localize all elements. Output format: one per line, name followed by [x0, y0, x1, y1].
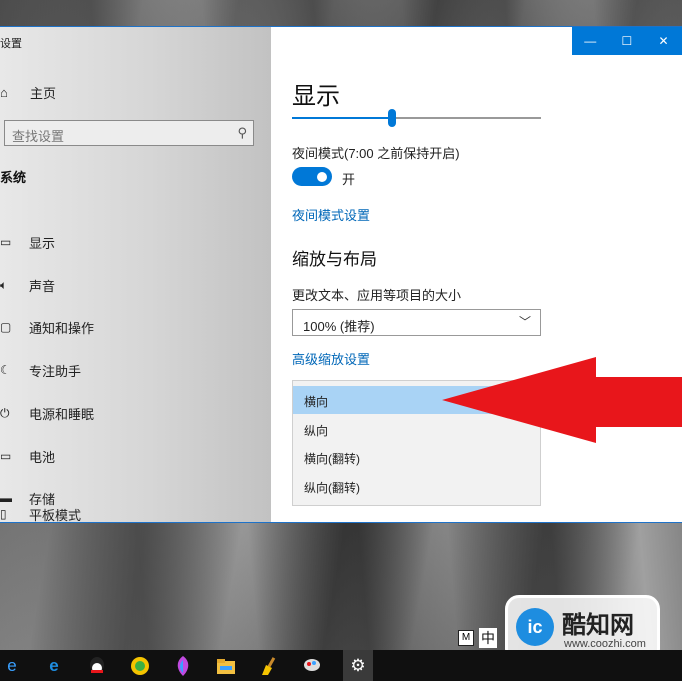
- search-icon: ⚲: [237, 125, 247, 140]
- size-label: 更改文本、应用等项目的大小: [292, 288, 462, 303]
- qq-icon[interactable]: [85, 654, 109, 678]
- battery-icon: ▭: [0, 449, 12, 463]
- advanced-scaling-link[interactable]: 高级缩放设置: [292, 349, 370, 368]
- moon-icon: ☾: [0, 363, 11, 377]
- sidebar-item-home[interactable]: ⌂ 主页: [0, 82, 56, 102]
- brightness-slider[interactable]: [292, 109, 541, 127]
- option-label: 纵向: [304, 424, 329, 438]
- scale-select[interactable]: 100% (推荐) ﹀: [292, 309, 541, 336]
- titlebar: 设置: [0, 27, 271, 55]
- watermark-logo-icon: ic: [516, 608, 554, 646]
- sidebar-item-notifications[interactable]: ▢ 通知和操作: [0, 317, 94, 337]
- home-icon: ⌂: [0, 84, 8, 100]
- sidebar-item-sound[interactable]: 🔈︎ 声音: [0, 275, 55, 295]
- settings-icon[interactable]: ⚙: [343, 650, 373, 681]
- speaker-icon: 🔈︎: [0, 277, 8, 292]
- brush-icon[interactable]: [300, 654, 324, 678]
- night-mode-state: 开: [342, 172, 356, 187]
- chevron-down-icon: ﹀: [518, 315, 531, 329]
- power-icon: ⏻: [0, 405, 10, 420]
- search-placeholder: 查找设置: [12, 129, 65, 144]
- orientation-option-landscape-flipped[interactable]: 横向(翻转): [293, 443, 540, 471]
- page-title: 显示: [292, 83, 340, 110]
- sidebar-item-label: 平板模式: [29, 507, 82, 523]
- storage-icon: ▬: [0, 491, 12, 505]
- search-input[interactable]: 查找设置 ⚲: [4, 120, 254, 146]
- minimize-button[interactable]: —: [572, 27, 609, 55]
- notification-icon: ▢: [0, 320, 12, 334]
- ime-indicator[interactable]: M 中: [458, 628, 497, 648]
- sidebar-item-power[interactable]: ⏻ 电源和睡眠: [0, 403, 94, 423]
- file-explorer-icon[interactable]: [214, 654, 238, 678]
- sidebar-item-tablet-mode[interactable]: ▯ 平板模式: [0, 504, 81, 524]
- maximize-button[interactable]: ☐: [609, 27, 646, 55]
- orientation-option-portrait-flipped[interactable]: 纵向(翻转): [293, 472, 540, 500]
- toggle-knob: [317, 171, 327, 182]
- taskbar: e e ⚙: [0, 650, 682, 681]
- main-content: 显示 夜间模式(7:00 之前保持开启) 开 夜间模式设置 缩放与布局 更改文本…: [292, 27, 562, 522]
- monitor-icon: ▭: [0, 235, 12, 249]
- slider-thumb[interactable]: [388, 109, 396, 127]
- window-title: 设置: [0, 38, 22, 50]
- night-mode-toggle[interactable]: [292, 167, 332, 186]
- broom-icon[interactable]: [257, 654, 281, 678]
- section-label: 系统: [0, 170, 27, 185]
- sidebar-item-display[interactable]: ▭ 显示: [0, 232, 55, 252]
- option-label: 横向: [304, 395, 329, 409]
- close-button[interactable]: ✕: [645, 27, 682, 55]
- sidebar-item-label: 电源和睡眠: [29, 406, 95, 422]
- night-mode-label: 夜间模式(7:00 之前保持开启): [292, 146, 460, 161]
- scale-heading: 缩放与布局: [292, 250, 377, 269]
- sidebar-item-focus-assist[interactable]: ☾ 专注助手: [0, 360, 81, 380]
- red-arrow-annotation: [442, 357, 682, 443]
- sidebar-item-label: 主页: [30, 85, 57, 101]
- sidebar-item-label: 专注助手: [29, 363, 82, 379]
- night-mode-settings-link[interactable]: 夜间模式设置: [292, 205, 370, 224]
- window-controls: — ☐ ✕: [572, 27, 682, 55]
- sidebar-item-label: 声音: [29, 278, 56, 294]
- tablet-icon: ▯: [0, 507, 7, 521]
- option-label: 纵向(翻转): [304, 481, 360, 495]
- option-label: 横向(翻转): [304, 452, 360, 466]
- browser-icon[interactable]: [128, 654, 152, 678]
- sidebar-item-label: 通知和操作: [29, 320, 95, 336]
- sidebar-item-battery[interactable]: ▭ 电池: [0, 446, 55, 466]
- settings-window: 设置 ⌂ 主页 查找设置 ⚲ 系统 ▭ 显示 🔈︎ 声音 ▢ 通知和操作 ☾ 专…: [0, 27, 682, 524]
- ime-language: 中: [479, 628, 497, 648]
- sidebar-item-label: 电池: [29, 449, 56, 465]
- slider-fill: [292, 117, 392, 119]
- edge-icon[interactable]: e: [42, 654, 66, 678]
- scale-select-value: 100% (推荐): [303, 319, 375, 334]
- ie-icon[interactable]: e: [0, 654, 24, 678]
- watermark-name: 酷知网: [562, 612, 634, 639]
- sidebar: 设置 ⌂ 主页 查找设置 ⚲ 系统 ▭ 显示 🔈︎ 声音 ▢ 通知和操作 ☾ 专…: [0, 27, 271, 524]
- ime-mode: M: [458, 630, 474, 646]
- sidebar-item-label: 显示: [29, 235, 56, 251]
- paint-icon[interactable]: [171, 654, 195, 678]
- watermark-url: www.coozhi.com: [564, 638, 646, 650]
